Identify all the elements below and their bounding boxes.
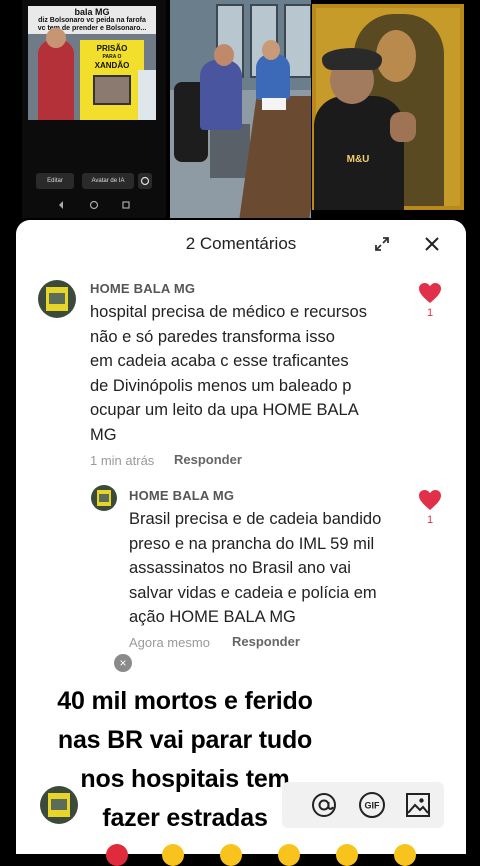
sign-line2: PARA O: [102, 54, 122, 60]
refresh-icon[interactable]: [138, 173, 152, 189]
desk-man: [256, 54, 290, 100]
sign-line1: PRISÃO: [96, 44, 128, 53]
comment-text: Brasil precisa e de cadeia bandido preso…: [129, 507, 419, 630]
video-caption-title: bala MG: [74, 7, 110, 17]
home-nav-icon[interactable]: [88, 199, 100, 211]
comment-text-line: preso e na prancha do IML 59 mil: [129, 534, 375, 553]
sign-line3: XANDÃO: [94, 61, 130, 70]
protester-head: [46, 28, 66, 48]
avatar[interactable]: [91, 485, 117, 511]
desk-paper: [262, 98, 286, 110]
thumbs-up-hand: [390, 112, 416, 142]
back-nav-icon[interactable]: [56, 199, 66, 211]
draft-line: 40 mil mortos e ferido: [57, 687, 313, 715]
seated-man-head: [214, 44, 234, 66]
video-panel-mona-lisa: M&U: [312, 4, 464, 210]
video-collage: bala MG diz Bolsonaro vc peida na farofa…: [0, 0, 480, 222]
comment-text-line: ação HOME BALA MG: [129, 608, 296, 626]
video-caption-line1: diz Bolsonaro vc peida na farofa: [38, 17, 146, 24]
reply-item: HOME BALA MG Brasil precisa e de cadeia …: [16, 220, 466, 660]
emoji-icon[interactable]: [336, 844, 358, 866]
man-legs: [210, 124, 250, 178]
dismiss-draft-icon[interactable]: ×: [114, 654, 132, 672]
gif-icon-label: GIF: [365, 801, 381, 811]
emoji-icon[interactable]: [162, 844, 184, 866]
at-icon[interactable]: [310, 791, 338, 819]
gif-icon[interactable]: GIF: [358, 791, 386, 819]
video-caption: bala MG diz Bolsonaro vc peida na farofa…: [28, 6, 156, 34]
video-thumbnail: bala MG diz Bolsonaro vc peida na farofa…: [28, 6, 156, 120]
comment-timestamp: Agora mesmo: [129, 635, 210, 650]
man-hat: [322, 48, 382, 70]
recents-nav-icon[interactable]: [120, 199, 132, 211]
comment-text-line: assassinatos no Brasil ano vai: [129, 559, 351, 577]
comment-text-line: Brasil precisa e de cadeia bandido: [129, 510, 382, 528]
emoji-reaction-row: [96, 844, 476, 866]
office-desk: [239, 96, 311, 218]
desk-man-head: [262, 40, 280, 60]
comment-text-line: salvar vidas e cadeia e polícia em: [129, 583, 377, 602]
comment-username[interactable]: HOME BALA MG: [129, 488, 234, 503]
current-user-avatar[interactable]: [40, 786, 78, 824]
reply-button[interactable]: Responder: [232, 634, 300, 649]
edit-button[interactable]: Editar: [36, 173, 74, 189]
bus-background: [138, 70, 156, 120]
protest-sign: PRISÃO PARA O XANDÃO: [80, 40, 144, 120]
man-black-shirt: [314, 96, 404, 210]
video-panel-left: bala MG diz Bolsonaro vc peida na farofa…: [22, 0, 166, 218]
emoji-icon[interactable]: [394, 844, 416, 866]
heart-emoji-icon[interactable]: [106, 844, 128, 866]
shirt-logo: M&U: [346, 154, 370, 165]
seated-man: [200, 60, 242, 130]
image-icon[interactable]: [404, 791, 432, 819]
emoji-icon[interactable]: [278, 844, 300, 866]
like-count: 1: [426, 514, 434, 526]
protester-figure: [38, 40, 74, 120]
sign-photo: [93, 75, 131, 105]
emoji-icon[interactable]: [220, 844, 242, 866]
heart-icon[interactable]: [418, 489, 442, 511]
draft-line: nas BR vai parar tudo: [57, 726, 313, 754]
video-panel-office: [170, 0, 311, 218]
ai-avatar-button[interactable]: Avatar de IA: [82, 173, 134, 189]
comment-input-tools: GIF: [282, 782, 444, 828]
